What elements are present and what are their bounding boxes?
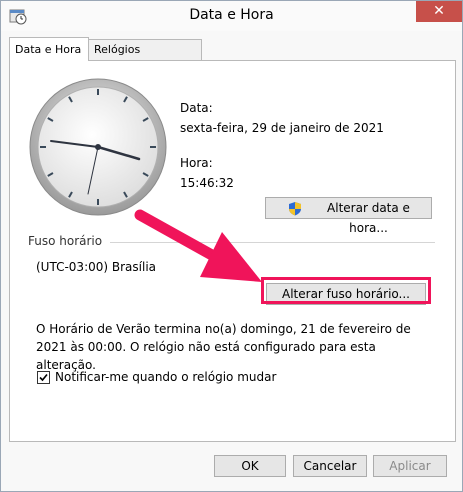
timezone-divider — [110, 242, 435, 243]
notify-label: Notificar-me quando o relógio mudar — [55, 370, 277, 384]
date-time-dialog: Data e Hora ✕ Data e Hora Relógios Adici… — [0, 0, 463, 492]
close-button[interactable]: ✕ — [416, 1, 462, 22]
date-label: Data: — [180, 101, 213, 115]
cancel-button[interactable]: Cancelar — [293, 455, 367, 477]
time-value: 15:46:32 — [180, 176, 234, 190]
timezone-section-label: Fuso horário — [28, 234, 103, 248]
tab-label: Data e Hora — [15, 43, 82, 56]
window-title: Data e Hora — [189, 7, 274, 23]
apply-button[interactable]: Aplicar — [373, 455, 447, 477]
tab-date-time[interactable]: Data e Hora — [9, 37, 89, 61]
dst-notice: O Horário de Verão termina no(a) domingo… — [36, 322, 411, 372]
ok-button[interactable]: OK — [214, 455, 286, 477]
time-label: Hora: — [180, 156, 213, 170]
cancel-label: Cancelar — [303, 459, 357, 473]
checkmark-icon — [39, 373, 48, 382]
notify-checkbox[interactable] — [37, 371, 50, 384]
apply-label: Aplicar — [389, 459, 431, 473]
annotation-highlight-box — [261, 277, 431, 304]
change-date-time-label: Alterar data e hora... — [327, 201, 410, 235]
analog-clock — [29, 78, 167, 216]
close-icon: ✕ — [433, 3, 445, 19]
ok-label: OK — [241, 459, 259, 473]
uac-shield-icon — [289, 202, 301, 216]
change-date-time-button[interactable]: Alterar data e hora... — [265, 197, 432, 235]
date-value: sexta-feira, 29 de janeiro de 2021 — [180, 121, 384, 135]
timezone-value: (UTC-03:00) Brasília — [36, 260, 157, 274]
tab-panel: Data: sexta-feira, 29 de janeiro de 2021… — [9, 60, 456, 442]
title-bar[interactable]: Data e Hora ✕ — [1, 1, 462, 31]
tab-additional-clocks[interactable]: Relógios Adicionais — [88, 39, 202, 76]
